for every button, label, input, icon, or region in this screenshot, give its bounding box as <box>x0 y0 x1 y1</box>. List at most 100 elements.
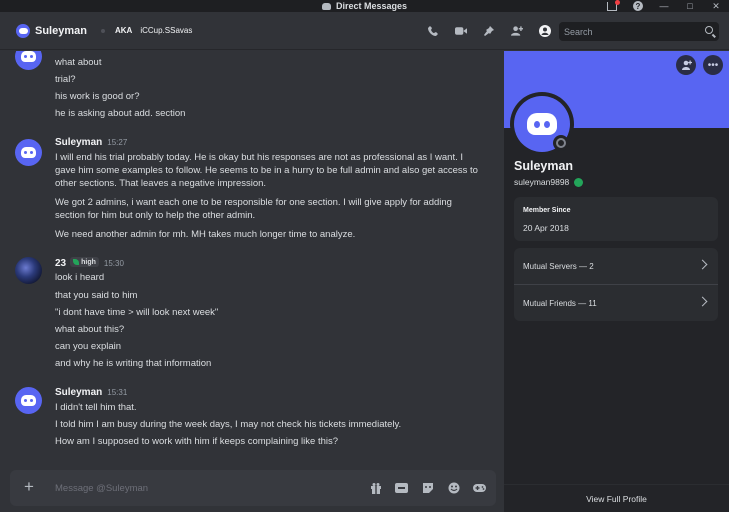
header-toolbar <box>427 12 551 50</box>
message-header: 23 high 15:30 <box>55 257 124 269</box>
message-text: look i heard <box>55 272 105 283</box>
ellipsis-icon: ••• <box>707 59 719 71</box>
status-indicator <box>553 135 569 151</box>
message-text: what about <box>55 57 102 68</box>
add-friends-to-dm-button[interactable] <box>511 25 523 37</box>
message-text: I didn't tell him that. <box>55 402 137 413</box>
profile-display-name: Suleyman <box>514 159 574 173</box>
search-input[interactable] <box>564 26 699 37</box>
message-list: what about trial? his work is good or? h… <box>0 51 504 464</box>
header-avatar[interactable] <box>16 23 30 38</box>
server-tag[interactable]: high <box>70 257 99 267</box>
discord-avatar-icon <box>21 395 36 406</box>
header-username[interactable]: Suleyman <box>35 25 87 37</box>
message-text: We need another admin for mh. MH takes m… <box>55 229 356 240</box>
member-since-card: Member Since 20 Apr 2018 <box>514 197 718 241</box>
upload-button[interactable]: + <box>20 478 38 496</box>
pinned-messages-button[interactable] <box>483 25 495 37</box>
mutual-friends-label: Mutual Friends — 11 <box>523 298 597 308</box>
title-bar: Direct Messages ? — □ ✕ <box>0 0 729 12</box>
message-author[interactable]: Suleyman <box>55 137 102 148</box>
leaf-icon <box>73 259 80 265</box>
message-avatar[interactable] <box>15 51 42 70</box>
view-full-profile-button[interactable]: View Full Profile <box>504 484 729 512</box>
message-input[interactable] <box>55 480 335 496</box>
help-icon: ? <box>633 1 643 11</box>
chevron-right-icon <box>697 259 708 270</box>
user-profile-panel: ••• Suleyman suleyman9898 Member Since 2… <box>504 51 729 512</box>
gif-button[interactable] <box>395 482 408 494</box>
video-icon <box>455 27 467 35</box>
message-timestamp: 15:27 <box>107 138 128 147</box>
message-text: that you said to him <box>55 290 138 301</box>
offline-status-icon <box>556 138 566 148</box>
emoji-button[interactable] <box>447 482 460 494</box>
profile-username-row: suleyman9898 <box>514 177 584 187</box>
more-options-button[interactable]: ••• <box>703 55 723 75</box>
discord-avatar-icon <box>18 27 28 34</box>
message-text: I will end his trial probably today. He … <box>55 152 478 189</box>
plus-icon: + <box>24 477 34 496</box>
add-user-icon <box>511 26 523 36</box>
phone-icon <box>428 26 438 36</box>
message-text: "i dont have time > will look next week" <box>55 307 219 318</box>
message-avatar[interactable] <box>15 139 42 166</box>
mutual-servers-label: Mutual Servers — 2 <box>523 261 594 271</box>
user-profile-toggle-button[interactable] <box>539 25 551 37</box>
dm-header: Suleyman AKA iCCup.SSavas <box>0 12 729 50</box>
message-text: We got 2 admins, i want each one to be r… <box>55 197 452 221</box>
message-text: I told him I am busy during the week day… <box>55 419 402 430</box>
minimize-icon: — <box>659 1 669 11</box>
member-since-date: 20 Apr 2018 <box>523 223 569 233</box>
message-header: Suleyman 15:27 <box>55 137 127 148</box>
member-since-label: Member Since <box>523 207 571 214</box>
maximize-button[interactable]: □ <box>677 0 703 12</box>
discord-avatar-icon <box>21 147 36 158</box>
message-text: what about this? <box>55 324 125 335</box>
message-text: his work is good or? <box>55 91 140 102</box>
user-profile-icon <box>539 25 551 37</box>
user-23-avatar[interactable] <box>15 257 42 284</box>
header-separator <box>100 28 105 33</box>
title-bar-title: Direct Messages <box>321 1 407 11</box>
inbox-icon <box>607 0 620 11</box>
inbox-button[interactable] <box>599 0 625 12</box>
maximize-icon: □ <box>687 1 693 11</box>
composer-tools <box>369 470 486 506</box>
video-call-button[interactable] <box>455 25 467 37</box>
message-timestamp: 15:31 <box>107 388 128 397</box>
gift-icon <box>370 483 381 494</box>
message-text: and why he is writing that information <box>55 358 212 369</box>
window-controls: ? — □ ✕ <box>599 0 729 12</box>
close-button[interactable]: ✕ <box>703 0 729 12</box>
message-avatar[interactable] <box>15 387 42 414</box>
message-composer: + <box>10 470 496 506</box>
nitro-badge-icon[interactable] <box>574 177 584 187</box>
message-author[interactable]: 23 <box>55 258 66 269</box>
message-text: he is asking about add. section <box>55 108 186 119</box>
add-friend-button[interactable] <box>676 55 696 75</box>
add-friend-icon <box>681 60 692 70</box>
gamepad-icon <box>473 484 486 492</box>
mutuals-card: Mutual Servers — 2 Mutual Friends — 11 <box>514 248 718 321</box>
voice-call-button[interactable] <box>427 25 439 37</box>
mutual-friends-row[interactable]: Mutual Friends — 11 <box>514 285 718 321</box>
gif-icon <box>395 483 408 493</box>
gift-button[interactable] <box>369 482 382 494</box>
discord-logo-icon <box>321 2 331 10</box>
message-text: trial? <box>55 74 76 85</box>
minimize-button[interactable]: — <box>651 0 677 12</box>
message-timestamp: 15:30 <box>103 259 124 268</box>
profile-username: suleyman9898 <box>514 177 570 187</box>
mutual-servers-row[interactable]: Mutual Servers — 2 <box>514 248 718 284</box>
message-header: Suleyman 15:31 <box>55 387 127 398</box>
message-text: How am I supposed to work with him if ke… <box>55 436 339 447</box>
activities-button[interactable] <box>473 482 486 494</box>
server-tag-label: high <box>81 258 96 266</box>
help-button[interactable]: ? <box>625 0 651 12</box>
search-box[interactable] <box>559 22 719 41</box>
pin-icon <box>484 26 494 36</box>
sticker-button[interactable] <box>421 482 434 494</box>
aka-label: AKA <box>114 26 133 35</box>
message-author[interactable]: Suleyman <box>55 387 102 398</box>
